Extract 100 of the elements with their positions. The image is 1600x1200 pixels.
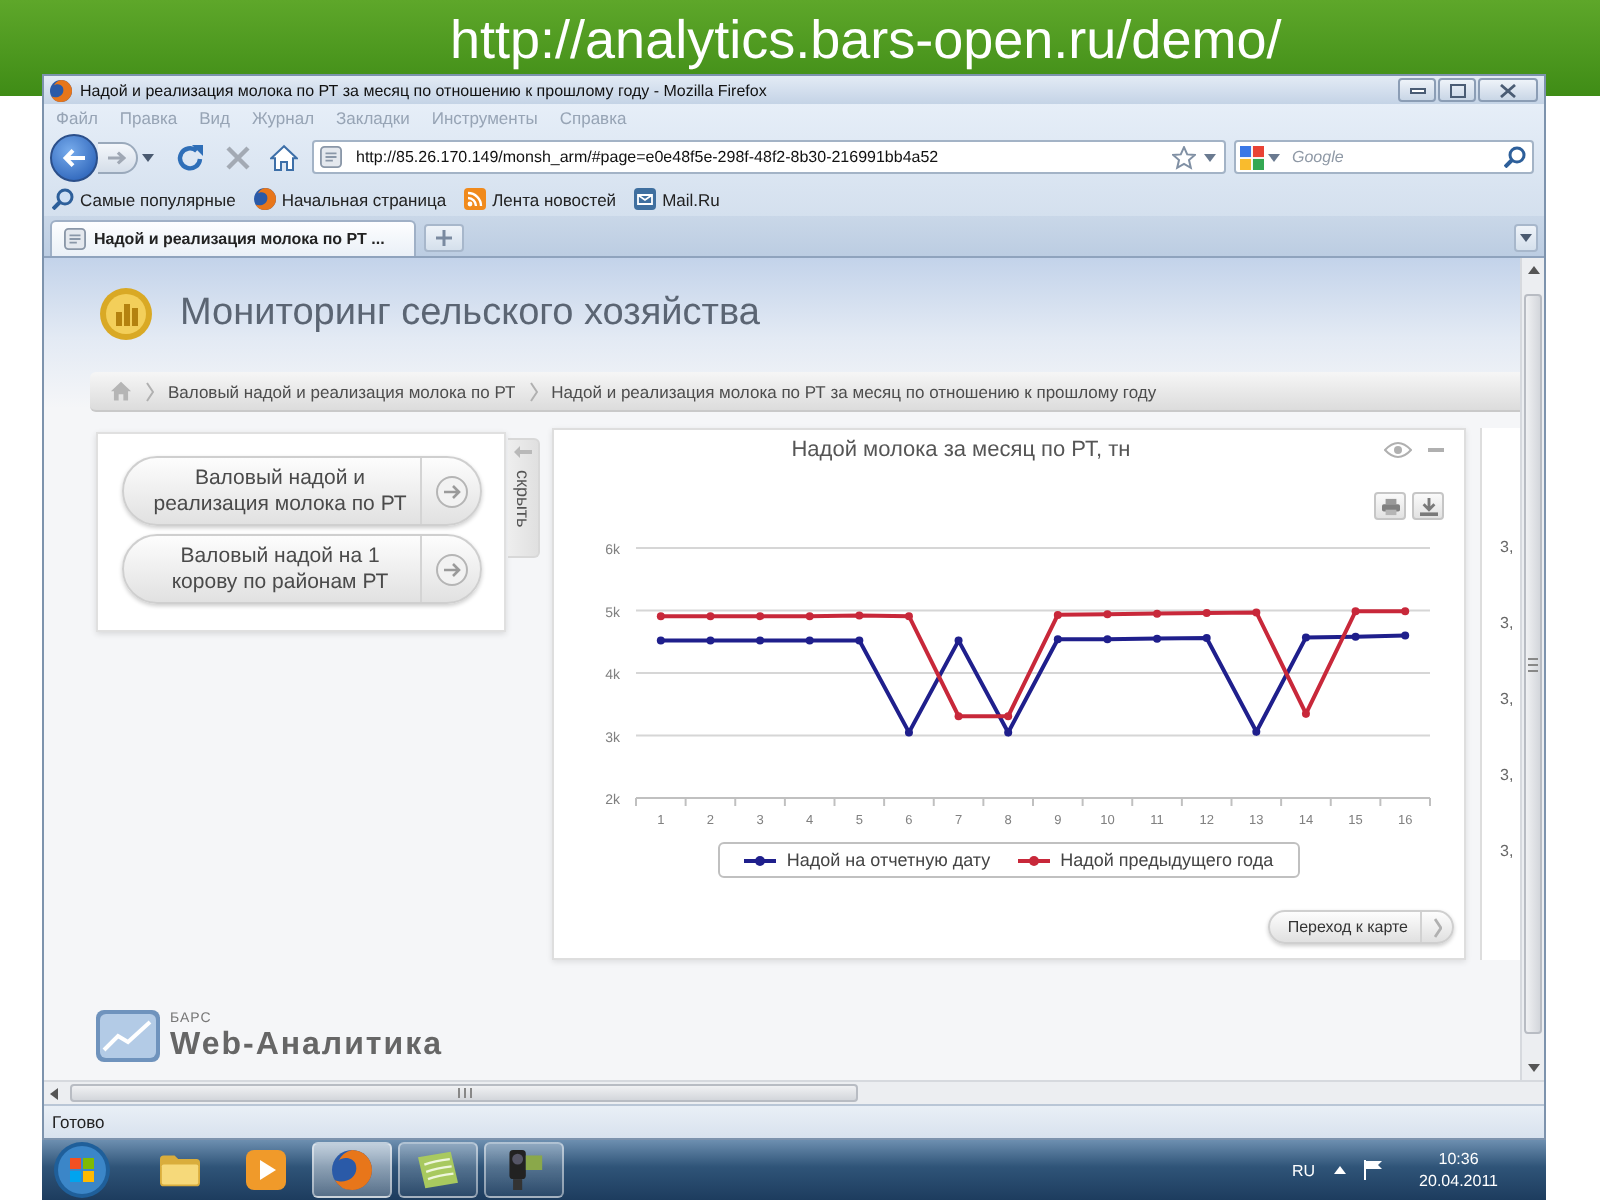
page-icon [64, 228, 86, 250]
chart-title: Надой молока за месяц по РТ, тн [789, 438, 1133, 462]
minimize-button[interactable] [1398, 78, 1436, 102]
home-icon[interactable] [270, 143, 298, 171]
data-point [954, 636, 963, 645]
forward-arrow-icon [108, 149, 126, 165]
scroll-down-icon[interactable] [1527, 1064, 1539, 1072]
data-point [1004, 712, 1013, 721]
maximize-button[interactable] [1438, 78, 1476, 102]
play-icon [246, 1150, 286, 1190]
axis-label: 3, [1500, 614, 1516, 634]
axis-label: 3, [1500, 690, 1516, 710]
maximize-icon [1449, 83, 1465, 97]
search-icon[interactable] [1504, 146, 1526, 168]
data-point [1202, 634, 1211, 642]
data-point [1252, 608, 1261, 617]
language-indicator[interactable]: RU [1291, 1161, 1316, 1179]
data-point [855, 636, 864, 645]
new-tab-button[interactable] [424, 224, 464, 252]
legend-item[interactable]: Надой предыдущего года [1018, 850, 1274, 870]
data-point [1401, 631, 1410, 640]
data-point [1153, 634, 1162, 643]
reload-icon[interactable] [176, 143, 204, 171]
data-point [1053, 610, 1062, 619]
coin-logo-icon [100, 287, 152, 339]
scrollbar-thumb[interactable] [70, 1084, 858, 1102]
tab-list-button[interactable] [1514, 224, 1538, 252]
page-icon [320, 146, 342, 168]
data-point [756, 636, 765, 645]
legend-marker-icon [744, 855, 777, 865]
data-point [1004, 728, 1013, 737]
banner-url: http://analytics.bars-open.ru/demo/ [450, 10, 1282, 70]
data-point [706, 636, 715, 645]
scroll-left-icon[interactable] [50, 1087, 58, 1099]
sticky-note-icon [418, 1150, 458, 1190]
up-arrow-icon[interactable] [1333, 1166, 1346, 1174]
bookmark-link[interactable]: Начальная страница [253, 188, 447, 210]
scrollbar-thumb[interactable] [1524, 294, 1542, 1034]
report-button[interactable]: Валовый надой и реализация молока по РТ [122, 456, 482, 526]
data-point [1401, 607, 1410, 616]
search-engine-icon[interactable] [1240, 145, 1264, 169]
folder-icon [160, 1150, 200, 1190]
left-arrow-icon [514, 446, 532, 458]
start-orb-icon [54, 1142, 110, 1198]
back-button[interactable] [50, 133, 98, 181]
feed-icon [464, 188, 487, 210]
data-point [954, 712, 963, 721]
video-camera-icon [504, 1150, 544, 1190]
data-point [805, 636, 814, 645]
data-point [1351, 607, 1360, 616]
grip-icon [457, 1088, 471, 1098]
search-field[interactable]: Google [1234, 140, 1534, 174]
hide-panel-tab[interactable]: скрыть [508, 438, 540, 558]
star-icon[interactable] [1172, 145, 1196, 169]
print-button[interactable] [1374, 492, 1406, 520]
caret-icon[interactable] [1268, 153, 1280, 161]
data-point [1301, 633, 1310, 642]
taskbar-button[interactable] [398, 1142, 478, 1198]
status-text: Готово [52, 1112, 105, 1132]
report-button[interactable]: Валовый надой на 1 корову по районам РТ [122, 534, 482, 604]
legend-item[interactable]: Надой на отчетную дату [744, 850, 991, 870]
caret-icon[interactable] [142, 153, 154, 161]
chevron-icon [529, 381, 538, 401]
breadcrumb-current: Надой и реализация молока по РТ за месяц по отношению к прошлому году [551, 381, 1157, 401]
clock-time[interactable]: 10:36 [1438, 1148, 1479, 1170]
printer-icon [1381, 497, 1399, 515]
bookmark-link[interactable]: Самые популярные [52, 188, 236, 210]
address-field[interactable]: http://85.26.170.149/monsh_arm/#page=e0e48f5e-298f-48f2-8b30-216991bb4a52 [312, 140, 1226, 174]
browser-tab[interactable]: Надой и реализация молока по РТ ... [50, 220, 416, 256]
download-button[interactable] [1412, 492, 1444, 520]
caret-icon[interactable] [1204, 153, 1216, 161]
arrow-circle-icon [435, 475, 467, 507]
data-point [1103, 635, 1112, 644]
axis-label: 3, [1500, 766, 1516, 786]
map-button[interactable]: Переход к карте [1267, 910, 1454, 944]
axis-label: 3, [1500, 842, 1516, 862]
axis-label: 3, [1500, 538, 1516, 558]
flag-icon[interactable] [1363, 1160, 1382, 1180]
breadcrumb-link[interactable]: Валовый надой и реализация молока по РТ [168, 381, 516, 401]
data-point [805, 612, 814, 621]
bookmark-link[interactable]: Mail.Ru [634, 188, 720, 210]
taskbar-button[interactable] [484, 1142, 564, 1198]
data-point [904, 728, 913, 737]
page-title: Мониторинг сельского хозяйства [180, 291, 760, 335]
clock-date[interactable]: 20.04.2011 [1419, 1170, 1498, 1192]
data-point [756, 612, 765, 621]
scroll-up-icon[interactable] [1527, 266, 1539, 274]
data-point [656, 636, 665, 645]
data-point [1202, 609, 1211, 617]
grip-icon [1528, 657, 1538, 671]
analytics-logo-icon [96, 1010, 160, 1062]
back-arrow-icon [62, 147, 86, 167]
chevron-right-icon [1433, 917, 1441, 937]
chevron-icon [146, 381, 154, 401]
data-point [1252, 727, 1261, 736]
taskbar-button[interactable] [312, 1142, 392, 1198]
data-point [1103, 610, 1112, 619]
start-button[interactable] [54, 1142, 110, 1198]
close-button[interactable] [1478, 78, 1538, 102]
bookmark-link[interactable]: Лента новостей [464, 188, 617, 210]
